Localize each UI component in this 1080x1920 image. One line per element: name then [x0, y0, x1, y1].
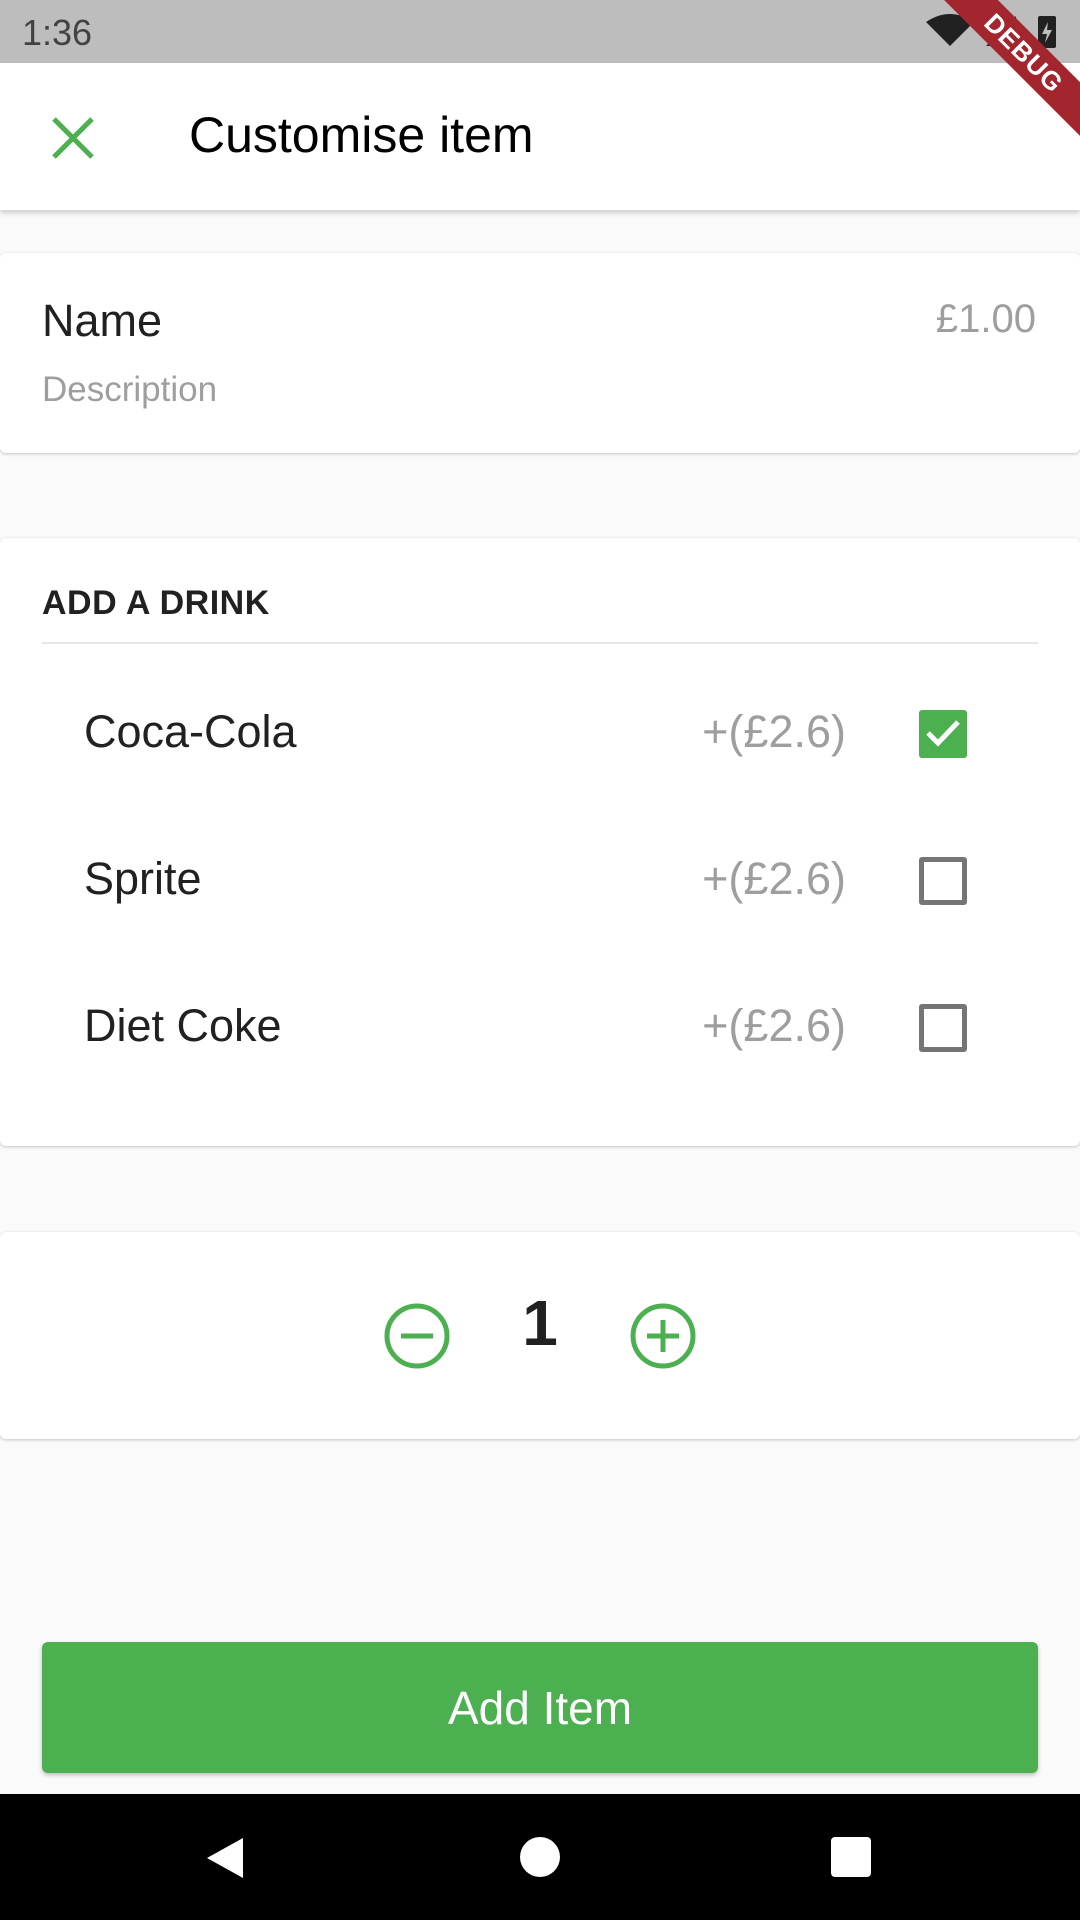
home-icon[interactable] [520, 1837, 560, 1877]
checkbox-unchecked[interactable] [919, 857, 967, 905]
add-item-button[interactable]: Add Item [42, 1642, 1038, 1773]
navigation-bar [0, 1794, 1080, 1920]
section-heading: ADD A DRINK [42, 584, 270, 622]
drink-option-coca-cola[interactable]: Coca-Cola +(£2.6) [0, 660, 1080, 807]
drink-option-sprite[interactable]: Sprite +(£2.6) [0, 807, 1080, 954]
quantity-card: 1 [0, 1232, 1080, 1439]
drink-name: Coca-Cola [84, 706, 297, 757]
back-icon[interactable] [205, 1836, 245, 1880]
add-drink-card: ADD A DRINK Coca-Cola +(£2.6) Sprite +(£… [0, 538, 1080, 1146]
item-description: Description [42, 370, 218, 409]
drink-option-diet-coke[interactable]: Diet Coke +(£2.6) [0, 954, 1080, 1101]
status-time: 1:36 [22, 12, 93, 53]
plus-circle-icon[interactable] [629, 1302, 697, 1370]
page-title: Customise item [189, 107, 534, 163]
status-icons [926, 14, 1056, 48]
wifi-icon [926, 14, 974, 46]
cellular-signal-icon [986, 16, 1016, 46]
divider [42, 642, 1038, 644]
drink-price: +(£2.6) [702, 706, 846, 757]
item-price: £1.00 [935, 297, 1036, 341]
checkbox-unchecked[interactable] [919, 1004, 967, 1052]
minus-circle-icon[interactable] [383, 1302, 451, 1370]
item-card: Name £1.00 Description [0, 253, 1080, 453]
drink-name: Diet Coke [84, 1000, 282, 1051]
close-icon [52, 117, 94, 159]
drink-name: Sprite [84, 853, 202, 904]
drink-price: +(£2.6) [702, 1000, 846, 1051]
checkbox-checked[interactable] [919, 710, 967, 758]
status-bar: 1:36 [0, 0, 1080, 63]
app-bar: Customise item [0, 63, 1080, 210]
close-button[interactable] [40, 105, 106, 171]
item-name: Name [42, 295, 163, 346]
drink-price: +(£2.6) [702, 853, 846, 904]
check-icon [926, 720, 960, 747]
recents-icon[interactable] [831, 1837, 871, 1877]
quantity-value: 1 [522, 1287, 558, 1359]
